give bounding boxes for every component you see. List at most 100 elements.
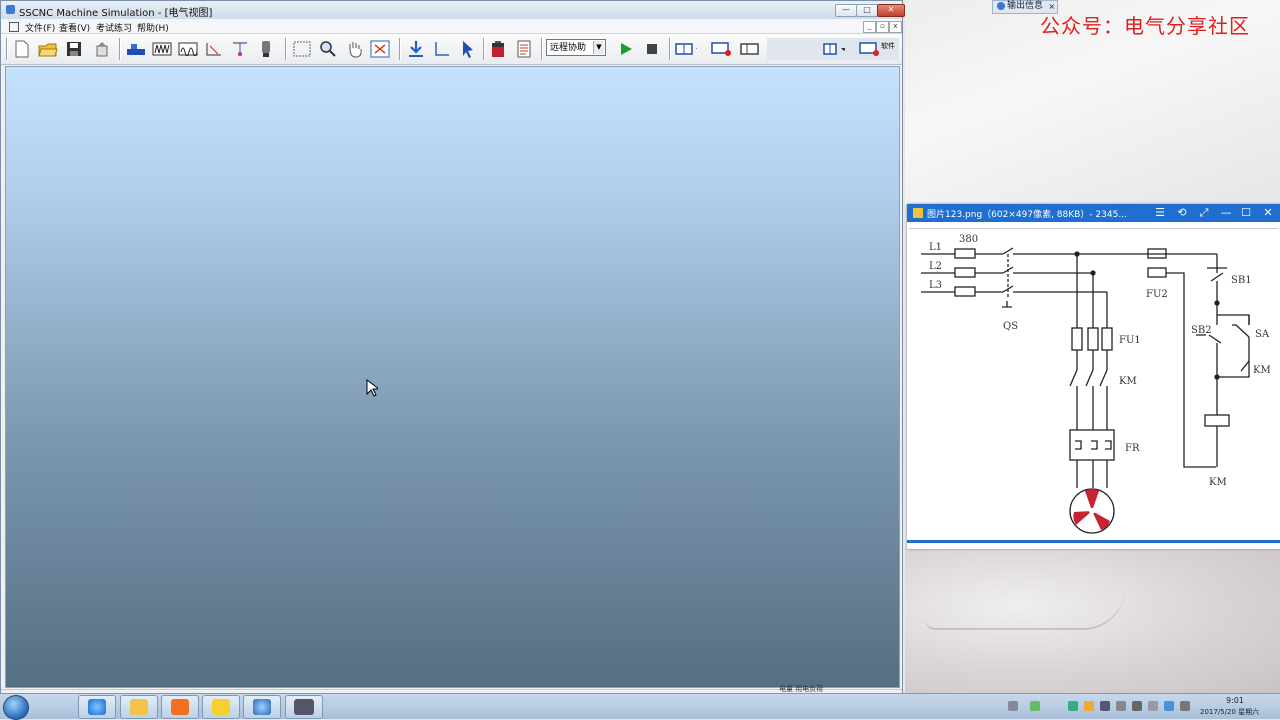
taskbar-simulator[interactable]: [285, 695, 323, 719]
clock-time[interactable]: 9:01: [1226, 696, 1244, 705]
tray-app-icon[interactable]: [1084, 701, 1094, 711]
menu-exam-practice[interactable]: 考试练习: [96, 21, 132, 34]
taskbar-presentation[interactable]: [161, 695, 199, 719]
close-button[interactable]: ✕: [1261, 206, 1275, 219]
tray-usb-icon[interactable]: [1132, 701, 1142, 711]
tray-display-icon[interactable]: [1148, 701, 1158, 711]
label-fu2: FU2: [1146, 289, 1168, 300]
probe-icon[interactable]: [229, 38, 251, 60]
fit-view-icon[interactable]: [369, 38, 391, 60]
layout-single-icon[interactable]: [739, 38, 761, 60]
taskbar-sscnc[interactable]: [243, 695, 281, 719]
output-info-label: 输出信息: [1007, 1, 1044, 11]
mdi-restore-button[interactable]: ▫: [876, 21, 889, 33]
waveform-alt-icon[interactable]: [177, 38, 199, 60]
toolbar-separator: [6, 38, 8, 60]
image-viewer-title: 图片123.png（602×497像素, 88KB）- 2345...: [927, 210, 1127, 220]
save-icon[interactable]: [63, 38, 85, 60]
image-viewer-titlebar: 图片123.png（602×497像素, 88KB）- 2345... ☰ ⟲ …: [907, 204, 1280, 222]
app-icon: [6, 5, 15, 14]
label-l2: L2: [929, 261, 942, 272]
toolbar-separator: [541, 38, 543, 60]
layout-split-icon[interactable]: [823, 38, 845, 60]
label-km-aux: KM: [1253, 365, 1271, 376]
electrical-view-canvas[interactable]: [5, 66, 900, 688]
menu-help[interactable]: 帮助(H): [137, 21, 169, 34]
circuit-diagram: L1 L2 L3 380 QS FU1 FU2 KM FR SB1 SB2 SA…: [909, 228, 1278, 541]
browser-icon: [88, 699, 106, 715]
label-sb2: SB2: [1191, 325, 1212, 336]
software-label[interactable]: 软件: [881, 42, 895, 50]
machine-icon[interactable]: [125, 38, 147, 60]
tray-printer-icon[interactable]: [1116, 701, 1126, 711]
image-viewer-window: 图片123.png（602×497像素, 88KB）- 2345... ☰ ⟲ …: [907, 204, 1280, 549]
clock-date[interactable]: 2017/5/20 星期六: [1200, 707, 1259, 717]
zoom-icon[interactable]: [317, 38, 339, 60]
main-toolbar: 远程协助 ▼ 软件: [1, 34, 902, 65]
label-voltage: 380: [959, 234, 978, 245]
label-fr: FR: [1125, 443, 1140, 454]
rotate-icon[interactable]: ⟲: [1175, 206, 1189, 219]
toolbar-separator: [285, 38, 287, 60]
taskbar-notepad[interactable]: [202, 695, 240, 719]
document-icon[interactable]: [9, 22, 19, 32]
tray-battery-icon[interactable]: [1030, 701, 1040, 711]
open-folder-icon[interactable]: [37, 38, 59, 60]
axis-icon[interactable]: [431, 38, 453, 60]
simulator-icon: [294, 699, 314, 715]
new-file-icon[interactable]: [11, 38, 33, 60]
measure-icon[interactable]: [203, 38, 225, 60]
label-sb1: SB1: [1231, 275, 1252, 286]
notes-icon[interactable]: [513, 38, 535, 60]
remote-assist-select[interactable]: 远程协助 ▼: [546, 39, 606, 56]
play-icon[interactable]: [615, 38, 637, 60]
download-icon[interactable]: [405, 38, 427, 60]
taskbar-browser[interactable]: [78, 695, 116, 719]
mdi-minimize-button[interactable]: _: [863, 21, 876, 33]
image-viewer-icon: [913, 208, 923, 218]
toolbar-separator: [119, 38, 121, 60]
toolbar-separator: [669, 38, 671, 60]
fullscreen-icon[interactable]: ⤢: [1197, 206, 1211, 220]
remote-assist-value: 远程协助: [550, 43, 587, 53]
start-button[interactable]: [3, 695, 29, 720]
tray-volume-icon[interactable]: [1180, 701, 1190, 711]
export-icon[interactable]: [91, 38, 113, 60]
menu-view[interactable]: 查看(V): [59, 21, 90, 34]
maximize-button[interactable]: ☐: [1239, 206, 1253, 219]
label-km-main: KM: [1119, 376, 1137, 387]
battery-icon[interactable]: [487, 38, 509, 60]
layout-record-icon[interactable]: [711, 38, 733, 60]
app-title: SSCNC Machine Simulation - [电气视图]: [19, 8, 213, 19]
mdi-close-button[interactable]: x: [889, 21, 902, 33]
presentation-icon: [171, 699, 189, 715]
menu-icon[interactable]: ☰: [1153, 206, 1167, 219]
label-km-coil: KM: [1209, 477, 1227, 488]
menu-file[interactable]: 文件(F): [25, 21, 55, 34]
taskbar-file-explorer[interactable]: [120, 695, 158, 719]
close-button[interactable]: ✕: [877, 4, 905, 17]
pan-hand-icon[interactable]: [343, 38, 365, 60]
select-rect-icon[interactable]: [291, 38, 313, 60]
menu-bar: 文件(F) 查看(V) 考试练习 帮助(H) _ ▫ x: [1, 19, 902, 34]
tray-security-icon[interactable]: [1100, 701, 1110, 711]
tray-bluetooth-icon[interactable]: [1164, 701, 1174, 711]
minimize-button[interactable]: —: [835, 4, 857, 17]
layout-split-icon[interactable]: [675, 38, 697, 60]
taskbar: 9:01 2017/5/20 星期六: [0, 693, 1280, 720]
output-info-icon: [997, 1, 1005, 10]
label-qs: QS: [1003, 321, 1018, 332]
pointer-icon[interactable]: [457, 38, 479, 60]
minimize-button[interactable]: —: [1219, 206, 1233, 219]
tray-keyboard-icon[interactable]: [1008, 701, 1018, 711]
gauge-icon[interactable]: [255, 38, 277, 60]
layout-record-icon[interactable]: [859, 38, 881, 60]
stop-icon[interactable]: [641, 38, 663, 60]
waveform-icon[interactable]: [151, 38, 173, 60]
image-viewer-bottom-bar: [907, 540, 1280, 543]
toolbar-separator: [483, 38, 485, 60]
maximize-button[interactable]: □: [856, 4, 878, 17]
chevron-down-icon[interactable]: ▼: [593, 41, 604, 54]
tray-network-icon[interactable]: [1068, 701, 1078, 711]
watermark-text: 公众号：电气分享社区: [1040, 14, 1250, 38]
